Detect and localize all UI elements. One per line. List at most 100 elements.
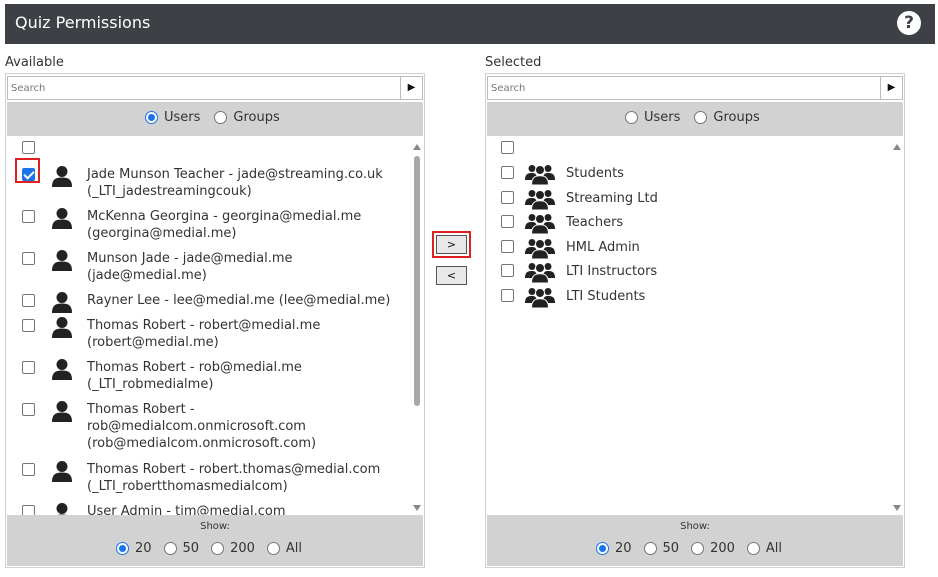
user-label: Thomas Robert - robert.thomas@medial.com… — [87, 461, 407, 495]
question-circle-icon[interactable]: ? — [897, 11, 921, 35]
selected-footer: Show: 20 50 200 All — [487, 515, 903, 566]
user-label: Rayner Lee - lee@medial.me (lee@medial.m… — [87, 292, 407, 309]
group-checkbox[interactable] — [501, 190, 514, 204]
show-option-label: 20 — [134, 541, 152, 556]
selected-search-bar: ▶ — [487, 76, 903, 100]
show-option-label: 200 — [710, 541, 735, 556]
available-label: Available — [5, 55, 64, 70]
group-label: Teachers — [566, 215, 624, 231]
show-all-radio[interactable] — [266, 542, 280, 555]
selected-users-label: Users — [644, 110, 681, 125]
group-checkbox[interactable] — [501, 239, 514, 253]
group-icon — [525, 261, 555, 284]
show-200-radio[interactable] — [691, 542, 705, 555]
user-label-line: User Admin - tim@medial.com — [87, 504, 286, 515]
scroll-down-icon[interactable] — [413, 505, 421, 511]
selected-panel: ▶ Users Groups Students Streaming Ltd Teac… — [485, 73, 905, 568]
show-all-radio[interactable] — [746, 542, 760, 555]
selected-show-label: Show: — [680, 521, 710, 532]
show-option-label: 20 — [614, 541, 632, 556]
group-label: HML Admin — [566, 239, 640, 255]
group-checkbox[interactable] — [501, 215, 514, 229]
user-label-line: (robert@medial.me) — [87, 335, 219, 350]
available-scrollbar[interactable] — [411, 140, 423, 515]
user-label: Jade Munson Teacher - jade@streaming.co.… — [87, 166, 407, 200]
user-label-line: (_LTI_jadestreamingcouk) — [87, 184, 252, 199]
user-checkbox[interactable] — [22, 505, 35, 515]
group-checkbox[interactable] — [501, 264, 514, 278]
available-users-label: Users — [164, 110, 201, 125]
remove-selected-button[interactable]: < — [436, 266, 467, 285]
user-label-line: rob@medialcom.onmicrosoft.com — [87, 419, 306, 434]
user-label-line: McKenna Georgina - georgina@medial.me — [87, 209, 362, 224]
available-search-input[interactable] — [8, 77, 402, 99]
user-icon — [51, 460, 73, 484]
group-label: Students — [566, 166, 624, 181]
selected-select-all-checkbox[interactable] — [501, 141, 514, 154]
available-users-radio[interactable] — [145, 111, 158, 124]
scroll-down-icon[interactable] — [893, 505, 901, 511]
user-checkbox[interactable] — [22, 463, 35, 476]
user-label-line: Thomas Robert - rob@medial.me — [87, 360, 302, 375]
available-search-bar: ▶ — [7, 76, 423, 100]
group-label: LTI Students — [566, 289, 646, 304]
group-icon — [525, 188, 555, 211]
selected-groups-label: Groups — [713, 110, 760, 125]
group-icon — [525, 237, 555, 260]
user-label-line: Thomas Robert - robert@medial.me — [87, 318, 321, 333]
user-checkbox[interactable] — [22, 294, 35, 307]
scroll-thumb[interactable] — [414, 156, 420, 406]
user-checkbox[interactable] — [22, 210, 35, 223]
user-label-line: (rob@medialcom.onmicrosoft.com) — [87, 436, 317, 451]
show-50-radio[interactable] — [163, 542, 177, 555]
user-label-line: (jade@medial.me) — [87, 268, 207, 283]
available-search-go-button[interactable]: ▶ — [400, 77, 422, 99]
user-checkbox[interactable] — [22, 168, 35, 181]
group-icon — [525, 163, 555, 186]
add-selected-button[interactable]: > — [436, 235, 467, 254]
selected-search-go-button[interactable]: ▶ — [880, 77, 902, 99]
user-icon — [51, 249, 73, 273]
show-20-radio[interactable] — [595, 542, 609, 555]
selected-search-input[interactable] — [488, 77, 882, 99]
user-label-line: Thomas Robert - — [87, 402, 195, 417]
available-footer: Show: 20 50 200 All — [7, 515, 423, 566]
group-label: LTI Instructors — [566, 264, 658, 280]
available-groups-label: Groups — [233, 110, 280, 125]
user-label-line: (_LTI_robertthomasmedialcom) — [87, 479, 288, 494]
user-icon — [51, 358, 73, 382]
user-checkbox[interactable] — [22, 361, 35, 374]
selected-type-filter: Users Groups — [487, 102, 903, 136]
group-checkbox[interactable] — [501, 289, 514, 302]
user-label: User Admin - tim@medial.com — [87, 503, 407, 515]
user-label-line: (georgina@medial.me) — [87, 226, 237, 241]
user-label: Thomas Robert - rob@medial.me (_LTI_robme… — [87, 359, 407, 393]
scroll-up-icon[interactable] — [893, 144, 901, 150]
page-title: Quiz Permissions — [15, 13, 151, 32]
show-20-radio[interactable] — [115, 542, 129, 555]
show-200-radio[interactable] — [211, 542, 225, 555]
available-type-filter: Users Groups — [7, 102, 423, 136]
user-label-line: Thomas Robert - robert.thomas@medial.com — [87, 462, 381, 477]
selected-users-radio[interactable] — [625, 111, 638, 124]
available-groups-radio[interactable] — [214, 111, 228, 124]
available-show-label: Show: — [200, 521, 230, 532]
selected-label: Selected — [485, 55, 542, 70]
selected-groups-radio[interactable] — [694, 111, 708, 124]
user-checkbox[interactable] — [22, 252, 35, 265]
available-list: Jade Munson Teacher - jade@streaming.co.… — [7, 138, 423, 515]
show-50-radio[interactable] — [643, 542, 657, 555]
show-option-label: All — [765, 541, 783, 556]
available-show-options: 20 50 200 All — [7, 541, 423, 556]
user-icon — [51, 400, 73, 424]
user-label: Munson Jade - jade@medial.me (jade@medial… — [87, 250, 407, 284]
group-checkbox[interactable] — [501, 166, 514, 179]
user-checkbox[interactable] — [22, 403, 35, 416]
user-icon — [51, 316, 73, 340]
user-label: Thomas Robert - robert@medial.me (robert@… — [87, 317, 407, 351]
available-select-all-checkbox[interactable] — [22, 141, 35, 154]
user-label-line: (_LTI_robmedialme) — [87, 377, 214, 392]
user-checkbox[interactable] — [22, 319, 35, 332]
scroll-up-icon[interactable] — [413, 144, 421, 150]
selected-scrollbar[interactable] — [891, 140, 903, 515]
